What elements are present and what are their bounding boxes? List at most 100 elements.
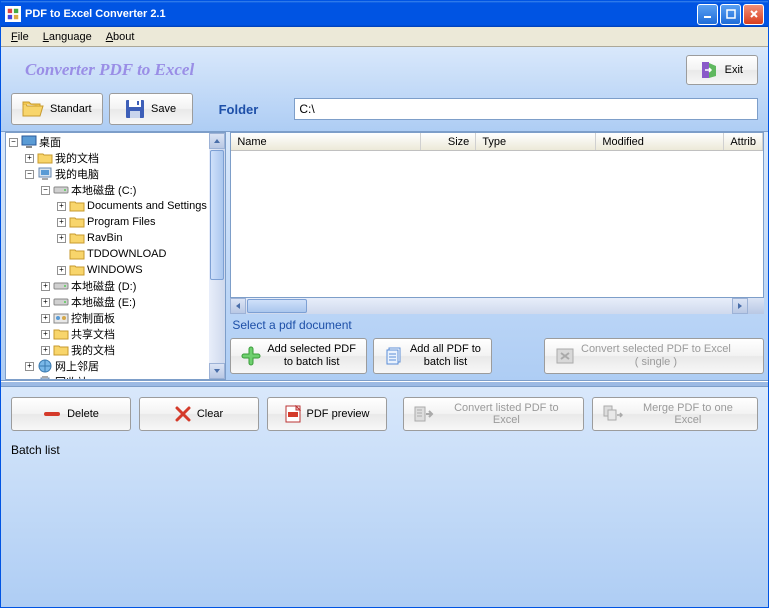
tree-item[interactable]: +RavBin	[7, 230, 208, 246]
merge-button[interactable]: Merge PDF to one Excel	[592, 397, 758, 431]
tree-item[interactable]: − 我的电脑	[7, 166, 208, 182]
tree-item[interactable]: +Program Files	[7, 214, 208, 230]
scroll-thumb[interactable]	[210, 150, 224, 280]
tree-expander-icon[interactable]: +	[41, 314, 50, 323]
add-all-button[interactable]: Add all PDF tobatch list	[373, 338, 492, 374]
tree-expander-icon[interactable]: +	[41, 330, 50, 339]
tree-expander-icon[interactable]: +	[41, 298, 50, 307]
tree-item-label: 我的文档	[55, 150, 99, 166]
pdf-icon	[285, 405, 301, 423]
col-attrib[interactable]: Attrib	[724, 133, 763, 150]
col-type[interactable]: Type	[476, 133, 596, 150]
tree-item-label: 本地磁盘 (C:)	[71, 182, 136, 198]
convert-selected-button[interactable]: Convert selected PDF to Excel( single )	[544, 338, 764, 374]
tree-item[interactable]: +本地磁盘 (D:)	[7, 278, 208, 294]
folder-input[interactable]	[294, 98, 758, 120]
pdf-preview-button[interactable]: PDF preview	[267, 397, 387, 431]
plus-icon	[241, 346, 261, 366]
standart-button[interactable]: Standart	[11, 93, 103, 125]
col-modified[interactable]: Modified	[596, 133, 724, 150]
folder-icon	[69, 199, 85, 213]
tree-expander-icon[interactable]: −	[25, 170, 34, 179]
save-label: Save	[151, 103, 176, 115]
file-list-header: Name Size Type Modified Attrib	[231, 133, 763, 151]
folder-icon	[53, 327, 69, 341]
file-list-body[interactable]	[231, 151, 763, 297]
tree-expander-icon[interactable]: +	[41, 346, 50, 355]
tree-expander-icon[interactable]: −	[41, 186, 50, 195]
tree-item[interactable]: 回收站	[7, 374, 208, 379]
drive-icon	[53, 183, 69, 197]
standart-label: Standart	[50, 103, 92, 115]
folder-tree[interactable]: −桌面+我的文档−我的电脑−本地磁盘 (C:)+Documents and Se…	[6, 133, 209, 379]
menu-file[interactable]: File	[4, 29, 36, 45]
save-button[interactable]: Save	[109, 93, 193, 125]
menu-about[interactable]: About	[99, 29, 142, 45]
merge-icon	[603, 405, 623, 423]
app-title: Converter PDF to Excel	[11, 60, 686, 80]
scroll-thumb-h[interactable]	[247, 299, 307, 313]
file-list[interactable]: Name Size Type Modified Attrib	[230, 132, 764, 298]
tree-expander-icon[interactable]: +	[57, 266, 66, 275]
exit-button[interactable]: Exit	[686, 55, 758, 85]
tree-item[interactable]: + Documents and Settings	[7, 198, 208, 214]
folder-icon	[37, 151, 53, 165]
tree-item[interactable]: − 桌面	[7, 134, 208, 150]
tree-expander-icon[interactable]: +	[41, 282, 50, 291]
scroll-down-icon[interactable]	[209, 363, 225, 379]
tree-item-label: 本地磁盘 (E:)	[71, 294, 136, 310]
save-icon	[125, 99, 145, 119]
folder-icon	[53, 343, 69, 357]
clear-button[interactable]: Clear	[139, 397, 259, 431]
add-selected-button[interactable]: Add selected PDFto batch list	[230, 338, 367, 374]
scroll-up-icon[interactable]	[209, 133, 225, 149]
tree-expander-icon[interactable]: −	[9, 138, 18, 147]
documents-icon	[384, 346, 404, 366]
minimize-button[interactable]	[697, 4, 718, 25]
folder-icon	[69, 263, 85, 277]
tree-expander-icon[interactable]: +	[57, 218, 66, 227]
tree-item[interactable]: − 本地磁盘 (C:)	[7, 182, 208, 198]
exit-icon	[701, 61, 719, 79]
titlebar[interactable]: PDF to Excel Converter 2.1	[1, 1, 768, 27]
tree-item-label: WINDOWS	[87, 264, 143, 276]
desktop-icon	[21, 135, 37, 149]
folder-icon	[69, 231, 85, 245]
exit-label: Exit	[725, 64, 743, 76]
col-name[interactable]: Name	[231, 133, 421, 150]
tree-item[interactable]: + 我的文档	[7, 150, 208, 166]
scroll-left-icon[interactable]	[230, 298, 246, 314]
main-area: −桌面+我的文档−我的电脑−本地磁盘 (C:)+Documents and Se…	[1, 132, 768, 381]
tree-item[interactable]: +网上邻居	[7, 358, 208, 374]
tree-item[interactable]: +共享文档	[7, 326, 208, 342]
recycle-icon	[37, 375, 53, 379]
close-button[interactable]	[743, 4, 764, 25]
window-title: PDF to Excel Converter 2.1	[25, 8, 697, 20]
file-scrollbar-h[interactable]	[230, 298, 764, 314]
tree-expander-icon[interactable]: +	[25, 362, 34, 371]
tree-item[interactable]: +控制面板	[7, 310, 208, 326]
tree-item[interactable]: TDDOWNLOAD	[7, 246, 208, 262]
batch-area: Delete Clear PDF preview Convert listed …	[1, 387, 768, 607]
file-panel: Name Size Type Modified Attrib Select a …	[230, 132, 764, 380]
control-icon	[53, 311, 69, 325]
maximize-button[interactable]	[720, 4, 741, 25]
tree-item-label: 我的电脑	[55, 166, 99, 182]
menu-language[interactable]: Language	[36, 29, 99, 45]
col-size[interactable]: Size	[421, 133, 476, 150]
convert-listed-button[interactable]: Convert listed PDF to Excel	[403, 397, 584, 431]
drive-icon	[53, 295, 69, 309]
scroll-right-icon[interactable]	[732, 298, 748, 314]
tree-item[interactable]: + 本地磁盘 (E:)	[7, 294, 208, 310]
tree-expander-icon[interactable]: +	[57, 234, 66, 243]
tree-item[interactable]: + WINDOWS	[7, 262, 208, 278]
tree-item-label: 桌面	[39, 134, 61, 150]
tree-item-label: 我的文档	[71, 342, 115, 358]
tree-scrollbar[interactable]	[209, 133, 225, 379]
select-pdf-label: Select a pdf document	[230, 314, 764, 336]
tree-expander-icon[interactable]: +	[25, 154, 34, 163]
tree-expander-icon[interactable]: +	[57, 202, 66, 211]
tree-item-label: Documents and Settings	[87, 200, 207, 212]
tree-item[interactable]: + 我的文档	[7, 342, 208, 358]
delete-button[interactable]: Delete	[11, 397, 131, 431]
